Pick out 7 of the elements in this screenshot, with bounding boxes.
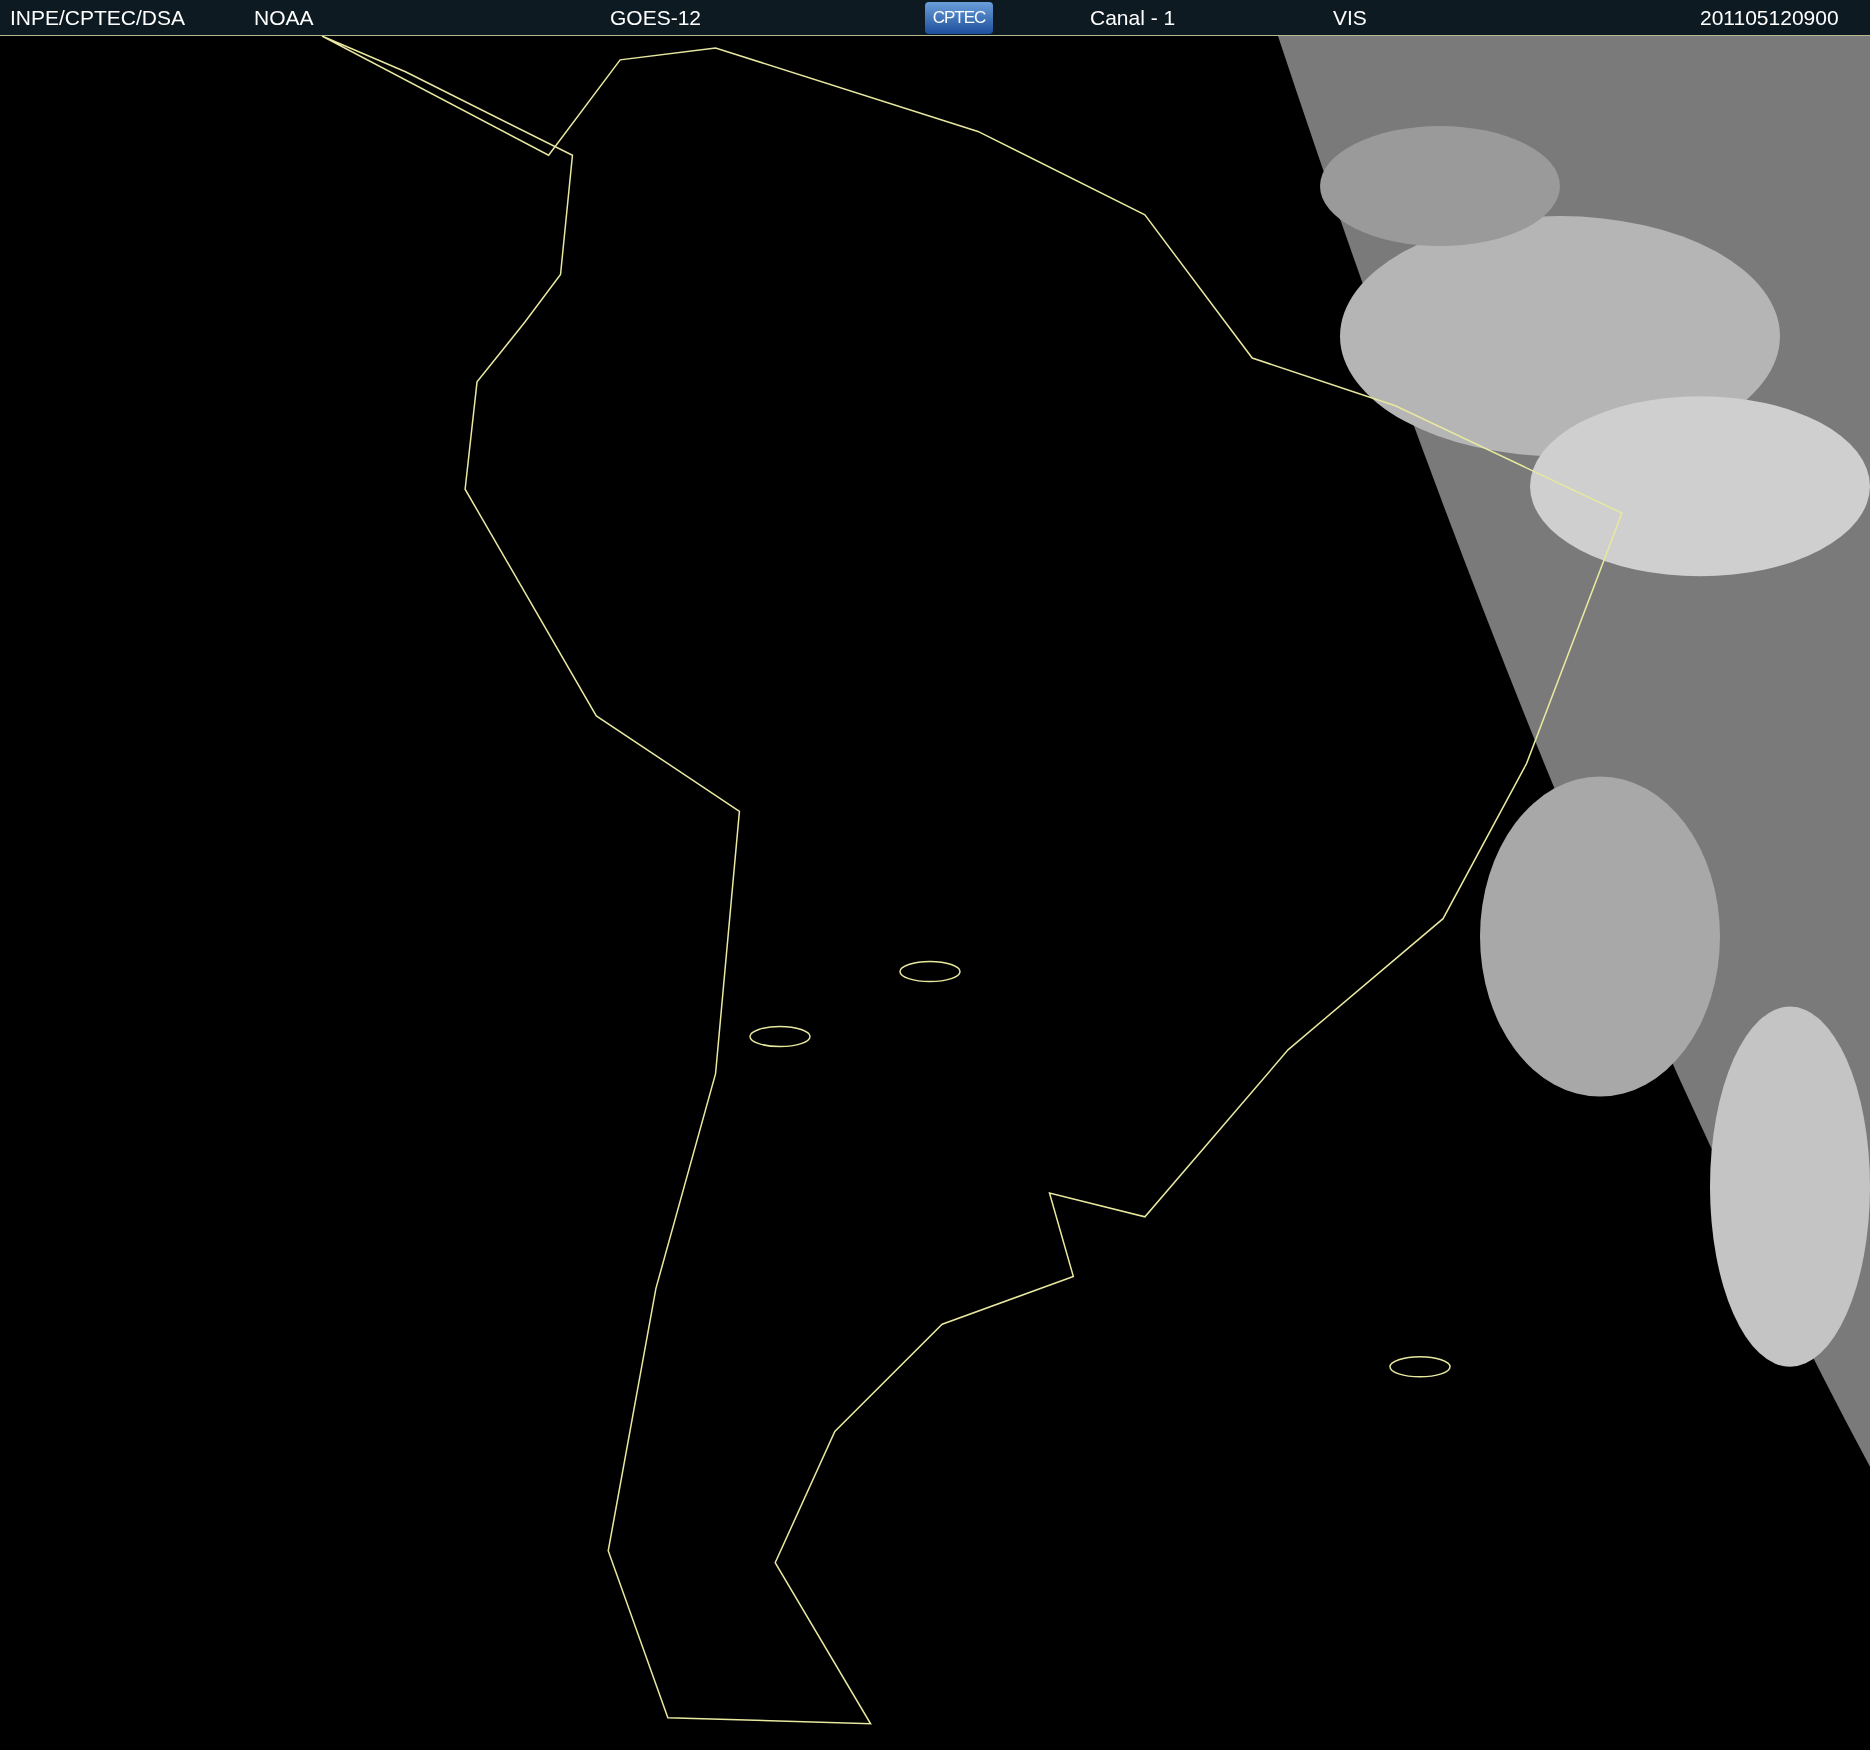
header-text: NOAA: [254, 5, 314, 30]
header-text: VIS: [1333, 5, 1367, 30]
header-text: Canal - 1: [1090, 5, 1176, 30]
header-text: 201105120900: [1700, 5, 1839, 30]
header-text: GOES-12: [610, 5, 702, 30]
header-text: INPE/CPTEC/DSA: [10, 5, 186, 30]
logo: CPTEC: [925, 1, 993, 34]
